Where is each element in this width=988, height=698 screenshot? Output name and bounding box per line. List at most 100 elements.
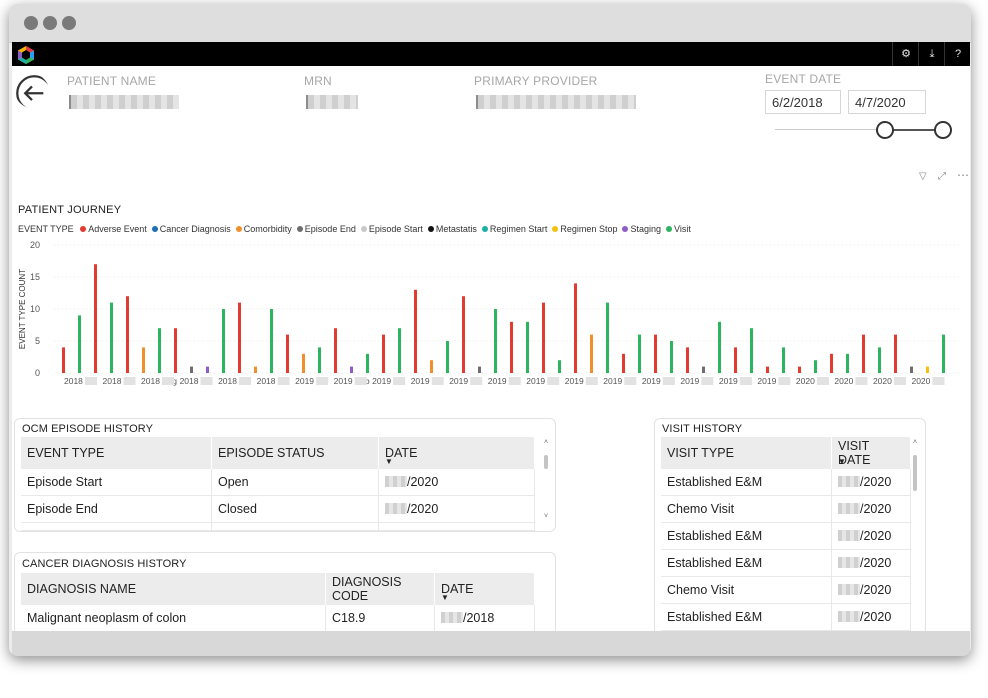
bar[interactable] (334, 328, 337, 373)
end-date-input[interactable]: 4/7/2020 (848, 90, 926, 114)
table-row[interactable]: Established E&M/2020 (661, 603, 911, 631)
table-row[interactable]: Episode End Closed /2020 (21, 495, 535, 523)
bar[interactable] (510, 321, 513, 373)
ocm-header-event-type[interactable]: EVENT TYPE (21, 437, 212, 469)
focus-mode-icon[interactable]: ⤢ (938, 171, 946, 182)
bar[interactable] (878, 347, 881, 373)
bar[interactable] (638, 334, 641, 373)
date-slider-end-handle[interactable] (934, 121, 952, 139)
help-icon[interactable]: ? (944, 42, 971, 66)
visit-scroll-thumb[interactable] (913, 455, 917, 491)
ocm-scroll-thumb[interactable] (544, 455, 548, 469)
bar[interactable] (542, 302, 545, 373)
bar[interactable] (78, 315, 81, 373)
bar[interactable] (190, 366, 193, 373)
table-row[interactable]: Established E&M/2020 (661, 522, 911, 550)
bar[interactable] (62, 347, 65, 373)
bar[interactable] (286, 334, 289, 373)
bar[interactable] (478, 366, 481, 373)
bar[interactable] (734, 347, 737, 373)
cancer-header-diagnosis-code[interactable]: DIAGNOSIS CODE (325, 573, 435, 605)
bar[interactable] (782, 347, 785, 373)
bar[interactable] (942, 334, 945, 373)
bar[interactable] (926, 366, 929, 373)
legend-item[interactable]: Staging (622, 224, 661, 234)
bar[interactable] (382, 334, 385, 373)
bar[interactable] (94, 264, 97, 373)
table-row[interactable]: Malignant neoplasm of colon C18.9 /2018 (21, 605, 535, 632)
bar[interactable] (462, 296, 465, 373)
bar[interactable] (654, 334, 657, 373)
bar[interactable] (622, 353, 625, 373)
bar[interactable] (702, 366, 705, 373)
bar[interactable] (126, 296, 129, 373)
bar[interactable] (270, 309, 273, 373)
ocm-header-episode-status[interactable]: EPISODE STATUS (211, 437, 379, 469)
cancer-header-diagnosis-name[interactable]: DIAGNOSIS NAME (21, 573, 326, 605)
table-row[interactable]: Chemo Visit/2020 (661, 576, 911, 604)
back-arrow-icon[interactable] (15, 74, 49, 108)
date-slider-start-handle[interactable] (876, 121, 894, 139)
bar[interactable] (894, 334, 897, 373)
bar[interactable] (414, 289, 417, 373)
bar[interactable] (766, 366, 769, 373)
ocm-scrollbar[interactable]: ˄ ˅ (543, 439, 549, 523)
pin-icon[interactable]: ⤓ (918, 42, 945, 66)
bar[interactable] (670, 341, 673, 373)
bar[interactable] (910, 366, 913, 373)
settings-gear-icon[interactable]: ⚙ (892, 42, 919, 66)
table-row[interactable]: Episode Start Open /2020 (21, 469, 535, 496)
window-maximize-dot[interactable] (62, 16, 76, 30)
scroll-down-icon[interactable]: ˅ (543, 513, 549, 520)
window-close-dot[interactable] (24, 16, 38, 30)
ocm-header-date[interactable]: DATE ▼ (378, 437, 535, 469)
bar[interactable] (718, 321, 721, 373)
bar[interactable] (606, 302, 609, 373)
visit-header-visit-date[interactable]: VISIT DATE ▼ (831, 437, 911, 469)
table-row[interactable]: Established E&M/2020 (661, 549, 911, 577)
bar[interactable] (574, 283, 577, 373)
legend-item[interactable]: Cancer Diagnosis (151, 224, 231, 234)
bar[interactable] (862, 334, 865, 373)
bar[interactable] (494, 309, 497, 373)
bar[interactable] (750, 328, 753, 373)
bar[interactable] (830, 353, 833, 373)
scroll-up-icon[interactable]: ˄ (912, 439, 918, 446)
legend-item[interactable]: Episode End (296, 224, 356, 234)
legend-item[interactable]: Regimen Start (481, 224, 547, 234)
bar[interactable] (318, 347, 321, 373)
bar[interactable] (238, 302, 241, 373)
visit-scrollbar[interactable]: ˄ (912, 439, 918, 639)
bar[interactable] (590, 334, 593, 373)
bar[interactable] (430, 360, 433, 373)
legend-item[interactable]: Metastatis (427, 224, 477, 234)
legend-item[interactable]: Regimen Stop (552, 224, 617, 234)
table-row[interactable]: Established E&M/2020 (661, 469, 911, 496)
bar[interactable] (174, 328, 177, 373)
bar[interactable] (846, 353, 849, 373)
bar[interactable] (686, 347, 689, 373)
cancer-header-date[interactable]: DATE ▼ (434, 573, 535, 605)
bar[interactable] (142, 347, 145, 373)
visit-header-visit-type[interactable]: VISIT TYPE (661, 437, 832, 469)
bar[interactable] (366, 353, 369, 373)
bar[interactable] (206, 366, 209, 373)
window-minimize-dot[interactable] (43, 16, 57, 30)
bar[interactable] (798, 366, 801, 373)
bar[interactable] (558, 360, 561, 373)
bar[interactable] (302, 353, 305, 373)
bar[interactable] (254, 366, 257, 373)
table-row[interactable]: Chemo Visit/2020 (661, 495, 911, 523)
bar[interactable] (350, 366, 353, 373)
more-options-icon[interactable]: ⋯ (957, 168, 969, 182)
bar[interactable] (398, 328, 401, 373)
bar[interactable] (446, 341, 449, 373)
start-date-input[interactable]: 6/2/2018 (765, 90, 841, 114)
bar[interactable] (526, 321, 529, 373)
legend-item[interactable]: Adverse Event (80, 224, 147, 234)
bar[interactable] (158, 328, 161, 373)
scroll-up-icon[interactable]: ˄ (543, 439, 549, 446)
legend-item[interactable]: Comorbidity (235, 224, 292, 234)
legend-item[interactable]: Visit (666, 224, 691, 234)
legend-item[interactable]: Episode Start (360, 224, 423, 234)
